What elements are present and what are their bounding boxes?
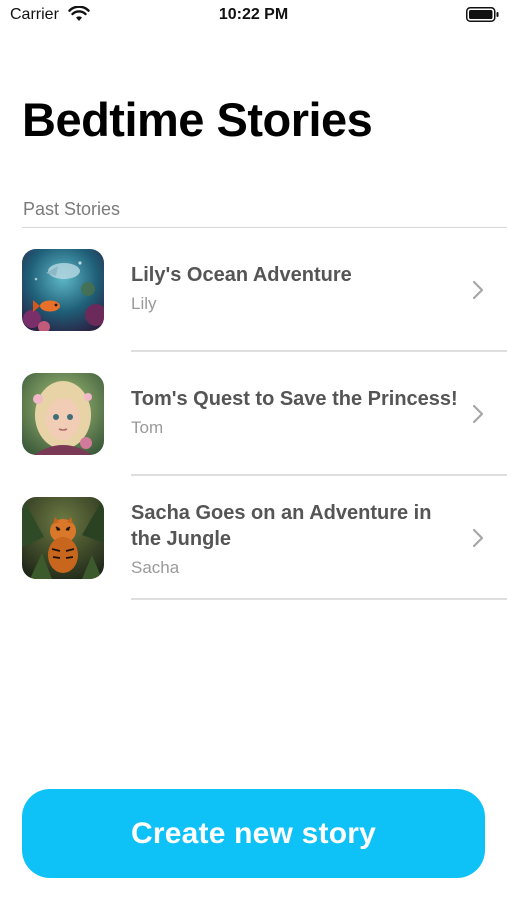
story-row-tom[interactable]: Tom's Quest to Save the Princess! Tom: [0, 352, 507, 476]
story-text: Tom's Quest to Save the Princess! Tom: [131, 386, 466, 438]
story-subtitle: Lily: [131, 294, 157, 313]
story-title: Lily's Ocean Adventure: [131, 264, 352, 286]
chevron-right-icon: [472, 528, 484, 548]
chevron-right-icon: [472, 404, 484, 424]
row-divider: [131, 598, 507, 600]
status-bar: Carrier 10:22 PM: [0, 0, 507, 30]
story-row-sacha[interactable]: Sacha Goes on an Adventure in the Jungle…: [0, 476, 507, 600]
story-title: Tom's Quest to Save the Princess!: [131, 388, 458, 410]
story-subtitle: Tom: [131, 418, 164, 437]
past-stories-list: Lily's Ocean Adventure Lily Tom's Quest …: [0, 228, 507, 600]
story-text: Sacha Goes on an Adventure in the Jungle…: [131, 500, 466, 578]
page-title: Bedtime Stories: [22, 93, 373, 146]
story-text: Lily's Ocean Adventure Lily: [131, 262, 466, 314]
chevron-right-icon: [472, 280, 484, 300]
princess-girl-thumbnail: [22, 373, 104, 455]
story-row-lily[interactable]: Lily's Ocean Adventure Lily: [0, 228, 507, 352]
clock: 10:22 PM: [218, 6, 289, 23]
story-title: Sacha Goes on an Adventure in the Jungle: [131, 502, 432, 550]
ocean-fish-thumbnail: [22, 249, 104, 331]
battery-icon: [466, 7, 499, 22]
create-new-story-button[interactable]: Create new story: [22, 789, 485, 878]
section-header-past-stories: Past Stories: [23, 199, 121, 219]
story-subtitle: Sacha: [131, 558, 180, 577]
jungle-tiger-thumbnail: [22, 497, 104, 579]
